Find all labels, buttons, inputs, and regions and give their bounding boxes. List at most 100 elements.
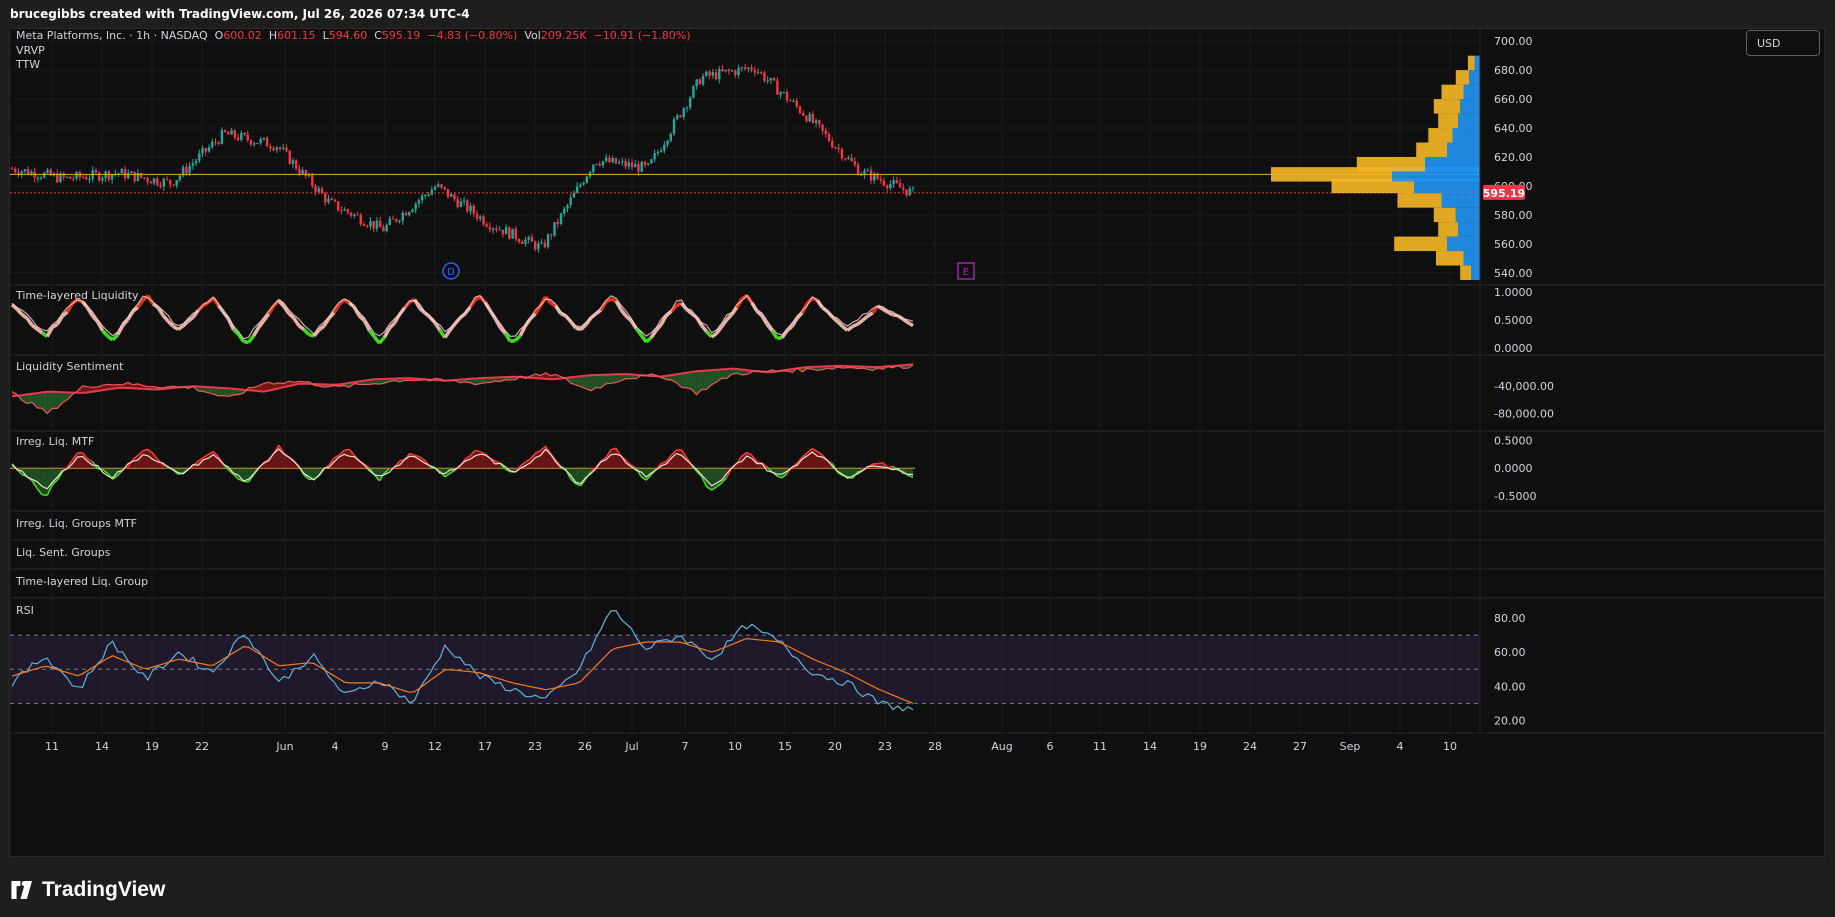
candle-body: [795, 100, 798, 107]
price-axis-tick-label: 640.00: [1494, 122, 1533, 135]
candle-body: [301, 170, 304, 174]
candle-body: [621, 161, 624, 163]
indicator-axis-tick-label: 0.0000: [1494, 462, 1533, 475]
x-axis-tick-label: 4: [332, 740, 339, 753]
candle-body: [475, 213, 479, 219]
sentiment-fill: [605, 374, 611, 384]
liquidity-line-segment: [645, 336, 653, 344]
candle-body: [701, 76, 705, 85]
candle-body: [879, 179, 882, 181]
indicator-ttw-label[interactable]: TTW: [16, 58, 40, 71]
x-axis-tick-label: 12: [428, 740, 442, 753]
indicator-liquidity-sentiment-label[interactable]: Liquidity Sentiment: [16, 360, 123, 373]
candle-body: [905, 189, 908, 196]
indicator-rsi-label[interactable]: RSI: [16, 604, 34, 617]
candle-body: [491, 228, 495, 230]
candle-body: [808, 113, 811, 122]
candle-body: [614, 158, 618, 164]
irreg-fill: [610, 448, 617, 469]
candle-body: [68, 176, 72, 179]
candle-body: [411, 209, 414, 213]
candle-body: [282, 147, 285, 149]
irreg-fill: [142, 449, 148, 469]
candle-body: [611, 158, 614, 163]
candle-body: [692, 86, 695, 98]
candle-body: [831, 141, 834, 148]
volume-profile-down-bar: [1436, 251, 1464, 266]
candle-body: [149, 181, 153, 184]
indicator-liq-sent-groups-label[interactable]: Liq. Sent. Groups: [16, 546, 110, 559]
candle-body: [159, 184, 162, 187]
candle-body: [672, 119, 676, 134]
liquidity-line-segment: [514, 334, 522, 342]
indicator-axis-tick-label: -0.5000: [1494, 490, 1536, 503]
candle-body: [130, 171, 133, 174]
candle-body: [566, 205, 569, 209]
candle-body: [198, 153, 201, 161]
indicator-vrvp-label[interactable]: VRVP: [16, 44, 45, 57]
candle-body: [395, 219, 398, 222]
candle-body: [249, 139, 253, 145]
indicator-axis-tick-label: 1.0000: [1494, 286, 1533, 299]
candle-body: [666, 140, 669, 145]
candle-body: [217, 142, 220, 144]
candle-body: [730, 70, 734, 72]
indicator-time-layered-liquidity-label[interactable]: Time-layered Liquidity: [16, 289, 139, 302]
candle-body: [601, 161, 605, 166]
event-marker-label: E: [963, 267, 969, 278]
x-axis-tick-label: 4: [1397, 740, 1404, 753]
price-legend: Meta Platforms, Inc. · 1h · NASDAQ O600.…: [16, 29, 691, 42]
candle-body: [291, 160, 295, 165]
currency-button[interactable]: USD: [1746, 30, 1820, 56]
candle-body: [889, 184, 892, 189]
candle-body: [501, 229, 505, 235]
chart-canvas[interactable]: 11 14 19 22 Jun 4 9 12 17 23 26 Jul 7 10 15 20 23 28 Aug 6 1…: [10, 29, 1826, 858]
candle-body: [882, 180, 886, 186]
volume-profile-up-bar: [1463, 84, 1480, 100]
candle-body: [695, 79, 698, 87]
irreg-line-segment: [877, 462, 883, 465]
indicator-irreg-liq-groups-label[interactable]: Irreg. Liq. Groups MTF: [16, 517, 137, 530]
candle-body: [756, 72, 760, 74]
candle-body: [724, 69, 727, 72]
candle-body: [36, 177, 40, 179]
candles-group: [10, 63, 915, 253]
candle-body: [236, 137, 240, 141]
chart-frame[interactable]: 11 14 19 22 Jun 4 9 12 17 23 26 Jul 7 10 15 20 23 28 Aug 6 1…: [9, 28, 1826, 858]
liquidity-line-segment: [21, 313, 29, 320]
x-axis-tick-label: 23: [878, 740, 892, 753]
volume-profile-down-bar: [1460, 265, 1472, 280]
volume-profile-up-bar: [1469, 70, 1480, 85]
tradingview-logo[interactable]: TradingView: [10, 877, 165, 903]
symbol-name[interactable]: Meta Platforms, Inc. · 1h · NASDAQ: [16, 29, 208, 42]
candle-body: [902, 187, 905, 190]
candle-body: [575, 186, 579, 193]
candle-body: [456, 199, 459, 207]
irreg-line-segment: [756, 461, 763, 464]
x-axis-tick-label: 27: [1293, 740, 1307, 753]
indicator-time-layered-liq-group-label[interactable]: Time-layered Liq. Group: [16, 575, 148, 588]
open-value: 600.02: [223, 29, 262, 42]
candle-body: [866, 170, 869, 172]
candle-body: [811, 113, 815, 123]
candle-body: [663, 144, 666, 151]
volume-profile-down-bar: [1438, 113, 1458, 129]
candle-body: [372, 221, 375, 229]
candle-body: [101, 177, 104, 181]
volume-profile-up-bar: [1460, 99, 1480, 114]
x-axis-tick-label: 9: [382, 740, 389, 753]
candle-body: [204, 148, 207, 152]
x-axis-tick-label: Jul: [624, 740, 638, 753]
indicator-irreg-liq-mtf-label[interactable]: Irreg. Liq. MTF: [16, 435, 94, 448]
candle-body: [772, 77, 776, 81]
candle-body: [517, 239, 521, 242]
x-axis-tick-label: 11: [1093, 740, 1107, 753]
x-axis-tick-label: 10: [728, 740, 742, 753]
candle-body: [39, 177, 43, 179]
candle-body: [191, 163, 195, 166]
candle-body: [420, 195, 424, 201]
candle-body: [146, 178, 149, 182]
candle-body: [763, 72, 766, 81]
candle-body: [605, 157, 608, 162]
liquidity-line-segment: [510, 338, 516, 344]
